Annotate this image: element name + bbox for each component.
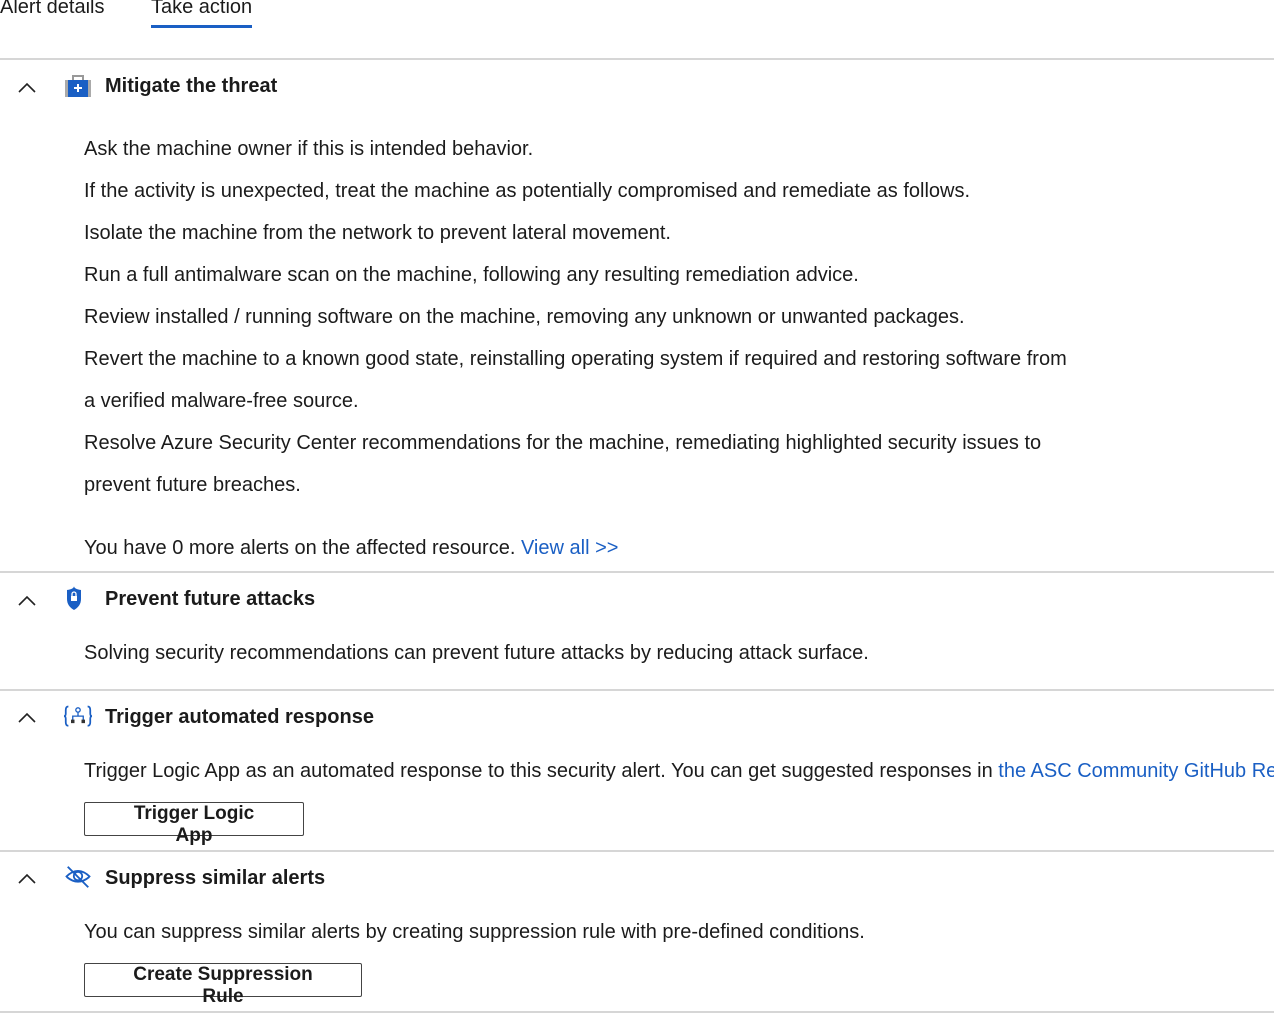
mitigation-step: Run a full antimalware scan on the machi… bbox=[84, 264, 859, 286]
mitigation-step: a verified malware-free source. bbox=[84, 390, 359, 412]
mitigation-step: If the activity is unexpected, treat the… bbox=[84, 180, 971, 202]
logic-app-icon bbox=[64, 705, 92, 727]
divider bbox=[0, 58, 1274, 60]
github-repo-link[interactable]: the ASC Community GitHub Repo. bbox=[998, 760, 1274, 782]
chevron-up-icon[interactable] bbox=[18, 711, 36, 723]
mitigation-step: prevent future breaches. bbox=[84, 474, 301, 496]
prevent-description: Solving security recommendations can pre… bbox=[84, 642, 869, 664]
toolbox-icon bbox=[65, 75, 91, 97]
alerts-text: You have 0 more alerts on the affected r… bbox=[84, 537, 516, 559]
trigger-description: Trigger Logic App as an automated respon… bbox=[84, 759, 1274, 783]
mitigation-step: Revert the machine to a known good state… bbox=[84, 348, 1067, 370]
section-title-mitigate: Mitigate the threat bbox=[105, 75, 278, 97]
chevron-up-icon[interactable] bbox=[18, 872, 36, 884]
chevron-up-icon[interactable] bbox=[18, 81, 36, 93]
trigger-text: Trigger Logic App as an automated respon… bbox=[84, 760, 993, 782]
eye-hidden-icon bbox=[65, 866, 91, 888]
tab-alert-details[interactable]: Alert details bbox=[0, 0, 105, 19]
section-title-trigger: Trigger automated response bbox=[105, 706, 374, 728]
mitigation-step: Review installed / running software on t… bbox=[84, 306, 965, 328]
suppress-description: You can suppress similar alerts by creat… bbox=[84, 921, 865, 943]
section-title-suppress: Suppress similar alerts bbox=[105, 867, 326, 889]
mitigation-step: Ask the machine owner if this is intende… bbox=[84, 138, 534, 160]
tab-take-action[interactable]: Take action bbox=[151, 0, 253, 28]
chevron-up-icon[interactable] bbox=[18, 594, 36, 606]
divider bbox=[0, 689, 1274, 691]
section-title-prevent: Prevent future attacks bbox=[105, 588, 316, 610]
mitigation-step: Resolve Azure Security Center recommenda… bbox=[84, 432, 1042, 454]
shield-lock-icon bbox=[67, 586, 84, 610]
mitigation-step: Isolate the machine from the network to … bbox=[84, 222, 671, 244]
trigger-logic-app-button[interactable]: Trigger Logic App bbox=[84, 802, 304, 846]
alerts-summary: You have 0 more alerts on the affected r… bbox=[84, 536, 618, 560]
divider bbox=[0, 571, 1274, 573]
view-all-link[interactable]: View all >> bbox=[521, 537, 618, 559]
create-suppression-rule-button[interactable]: Create Suppression Rule bbox=[84, 963, 362, 1007]
divider bbox=[0, 850, 1274, 852]
